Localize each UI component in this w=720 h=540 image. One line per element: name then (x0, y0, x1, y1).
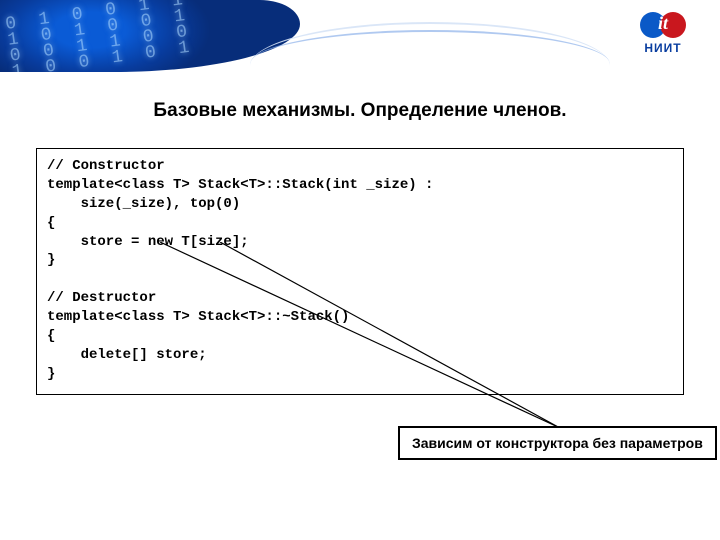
logo-subtitle: НИИТ (640, 41, 686, 55)
code-block: // Constructor template<class T> Stack<T… (47, 157, 673, 384)
slide-header: 0 1 0 0 1 1 1 0 1 0 0 1 0 0 1 1 0 0 1 0 … (0, 0, 720, 72)
code-frame: // Constructor template<class T> Stack<T… (36, 148, 684, 395)
slide-title: Базовые механизмы. Определение членов. (0, 100, 720, 122)
logo-icon: it (640, 10, 686, 40)
header-binary-digits: 0 1 0 0 1 1 1 0 1 0 0 1 0 0 1 1 0 0 1 0 … (4, 0, 196, 72)
callout-text: Зависим от конструктора без параметров (412, 435, 703, 451)
logo-text: it (640, 13, 686, 34)
callout-box: Зависим от конструктора без параметров (398, 426, 717, 460)
logo: it НИИТ (640, 10, 686, 55)
